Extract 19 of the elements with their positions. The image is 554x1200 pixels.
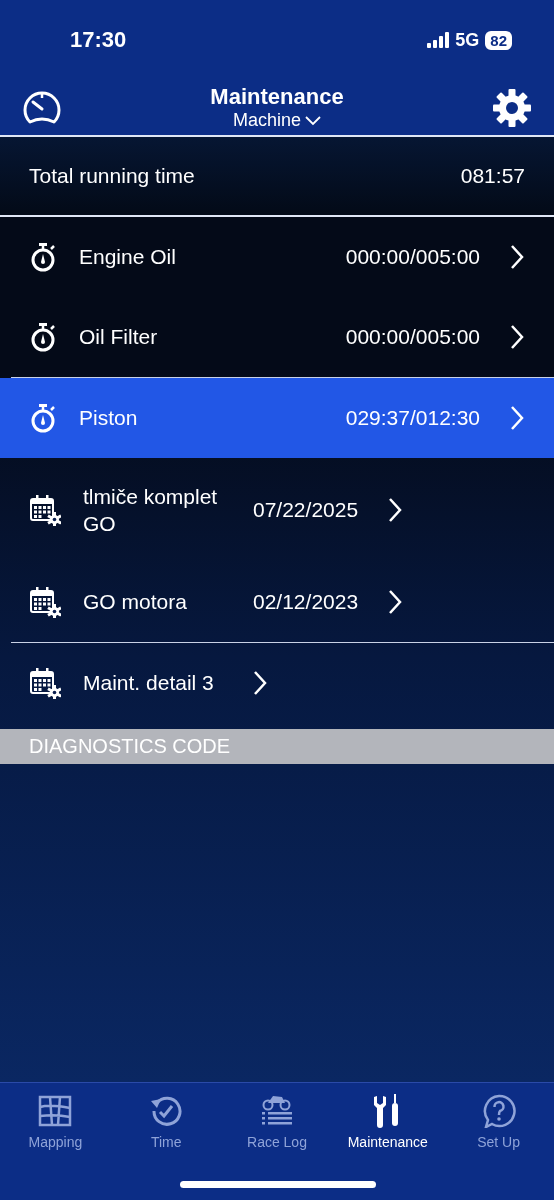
tab-bar-item[interactable]: Time: [110, 1093, 222, 1151]
tab-bar-item[interactable]: Race Log: [221, 1093, 333, 1151]
network-label: 5G: [455, 29, 480, 51]
battery-level: 82: [485, 30, 512, 50]
maintenance-row[interactable]: tlmiče komplet GO 07/22/2025: [0, 458, 554, 562]
total-label: Total running time: [29, 164, 195, 188]
tab-bar-item[interactable]: Mapping: [0, 1093, 111, 1151]
tab-bar-item[interactable]: Maintenance: [332, 1093, 444, 1151]
total-value: 081:57: [460, 164, 525, 188]
screen-title: Maintenance: [210, 84, 344, 110]
status-time: 17:30: [70, 27, 127, 53]
maintenance-row[interactable]: Piston 029:37/012:30: [0, 378, 554, 458]
maintenance-row[interactable]: Oil Filter 000:00/005:00: [0, 297, 554, 377]
maintenance-row[interactable]: Engine Oil 000:00/005:00: [0, 217, 554, 297]
machine-dropdown[interactable]: Machine: [232, 110, 321, 131]
section-header: DIAGNOSTICS CODE: [0, 729, 554, 764]
maintenance-row[interactable]: Maint. detail 3: [0, 643, 554, 723]
tab-bar-item[interactable]: Set Up: [443, 1093, 554, 1151]
maintenance-row[interactable]: GO motora 02/12/2023: [0, 562, 554, 642]
